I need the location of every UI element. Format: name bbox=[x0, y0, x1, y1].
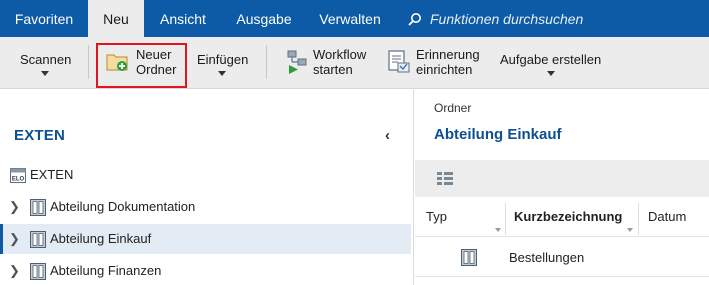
workflow-label-2: starten bbox=[313, 62, 353, 77]
detail-panel: Ordner Abteilung Einkauf Typ Kurzbezeich… bbox=[415, 90, 709, 285]
search-icon bbox=[408, 13, 421, 26]
tree-item-label: EXTEN bbox=[30, 167, 74, 182]
column-settings-icon[interactable] bbox=[437, 172, 453, 185]
column-header-kurzbezeichnung[interactable]: Kurzbezeichnung bbox=[514, 209, 622, 224]
erinnerung-label-1: Erinnerung bbox=[416, 47, 480, 62]
collapse-panel-icon[interactable]: ‹ bbox=[385, 127, 390, 144]
panel-title: EXTEN bbox=[14, 127, 66, 144]
tab-ausgabe[interactable]: Ausgabe bbox=[222, 0, 306, 37]
repository-panel: EXTEN ‹ ELO EXTEN ❯ Abteilung Dokumentat… bbox=[0, 90, 414, 285]
chevron-right-icon[interactable]: ❯ bbox=[9, 264, 20, 278]
tree-item-finanzen[interactable]: ❯ Abteilung Finanzen bbox=[0, 256, 411, 285]
view-toolbar bbox=[415, 160, 709, 197]
einfuegen-button[interactable]: Einfügen bbox=[190, 37, 258, 89]
scannen-label: Scannen bbox=[20, 52, 72, 67]
tree-item-label: Abteilung Einkauf bbox=[50, 231, 152, 246]
tree-item-dokumentation[interactable]: ❯ Abteilung Dokumentation bbox=[0, 192, 411, 222]
erinnerung-einrichten-button[interactable]: Erinnerung einrichten bbox=[384, 37, 488, 89]
chevron-down-icon bbox=[41, 71, 49, 76]
tree-item-root[interactable]: ELO EXTEN bbox=[0, 160, 411, 190]
ribbon-separator bbox=[266, 45, 267, 79]
highlight-box bbox=[96, 43, 187, 88]
chevron-right-icon[interactable]: ❯ bbox=[9, 200, 20, 214]
page-title: Abteilung Einkauf bbox=[434, 126, 562, 143]
cabinet-icon bbox=[30, 263, 46, 280]
sort-icon[interactable] bbox=[627, 228, 633, 232]
breadcrumb: Ordner bbox=[434, 101, 472, 115]
aufgabe-label: Aufgabe erstellen bbox=[500, 52, 602, 67]
cell-kurzbezeichnung: Bestellungen bbox=[509, 250, 585, 265]
chevron-down-icon bbox=[547, 71, 555, 76]
tree-item-einkauf[interactable]: ❯ Abteilung Einkauf bbox=[0, 224, 411, 254]
tab-favoriten[interactable]: Favoriten bbox=[0, 0, 88, 37]
ribbon-separator bbox=[88, 45, 89, 79]
tab-ansicht[interactable]: Ansicht bbox=[144, 0, 222, 37]
elo-repository-icon: ELO bbox=[10, 168, 26, 183]
tree-item-label: Abteilung Dokumentation bbox=[50, 199, 196, 214]
sort-icon[interactable] bbox=[495, 228, 501, 232]
scannen-button[interactable]: Scannen bbox=[10, 37, 80, 89]
svg-text:ELO: ELO bbox=[12, 177, 25, 183]
cabinet-icon bbox=[30, 231, 46, 248]
column-divider bbox=[638, 203, 639, 235]
chevron-down-icon bbox=[218, 71, 226, 76]
cabinet-icon bbox=[461, 249, 477, 266]
tree-item-label: Abteilung Finanzen bbox=[50, 263, 162, 278]
aufgabe-erstellen-button[interactable]: Aufgabe erstellen bbox=[494, 37, 614, 89]
einfuegen-label: Einfügen bbox=[197, 52, 249, 67]
reminder-icon bbox=[388, 50, 410, 73]
column-header-typ[interactable]: Typ bbox=[426, 209, 447, 224]
tab-neu[interactable]: Neu bbox=[88, 0, 144, 37]
search-placeholder: Funktionen durchsuchen bbox=[430, 11, 584, 27]
column-header-datum[interactable]: Datum bbox=[648, 209, 686, 224]
tab-verwalten[interactable]: Verwalten bbox=[306, 0, 394, 37]
chevron-right-icon[interactable]: ❯ bbox=[9, 232, 20, 246]
workflow-icon bbox=[287, 50, 307, 74]
table-row[interactable]: Bestellungen bbox=[415, 237, 709, 277]
column-divider bbox=[505, 203, 506, 235]
workflow-label-1: Workflow bbox=[313, 47, 367, 62]
function-search[interactable]: Funktionen durchsuchen bbox=[408, 0, 583, 37]
cabinet-icon bbox=[30, 199, 46, 216]
table-header: Typ Kurzbezeichnung Datum bbox=[415, 197, 709, 237]
erinnerung-label-2: einrichten bbox=[416, 62, 473, 77]
workflow-starten-button[interactable]: Workflow starten bbox=[280, 37, 374, 89]
menu-bar: Favoriten Neu Ansicht Ausgabe Verwalten … bbox=[0, 0, 709, 37]
